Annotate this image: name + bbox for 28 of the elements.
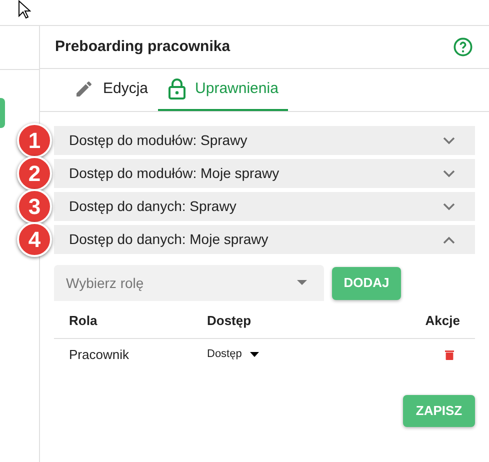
help-icon[interactable]	[453, 37, 473, 57]
step-badge: 3	[17, 189, 52, 224]
column-header: Dostęp	[207, 312, 252, 330]
tab[interactable]: Edycja	[64, 69, 158, 111]
chevron-up-icon	[443, 236, 455, 244]
column-header: Akcje	[425, 312, 461, 330]
panel-title: Preboarding pracownika	[55, 36, 230, 57]
accordion-header[interactable]: Dostęp do modułów: Sprawy	[54, 126, 475, 155]
pencil-icon	[74, 79, 94, 99]
chevron-down-icon	[443, 170, 455, 178]
dropdown-arrow-icon	[297, 280, 307, 285]
role-select[interactable]: Wybierz rolę	[54, 265, 324, 301]
tab[interactable]: Uprawnienia	[158, 69, 288, 111]
step-badge: 2	[17, 156, 52, 191]
step-badge: 4	[17, 222, 52, 257]
step-badge: 1	[17, 123, 52, 158]
chevron-down-icon	[443, 136, 455, 144]
access-dropdown[interactable]: Dostęp	[207, 346, 259, 363]
accordion-header[interactable]: Dostęp do modułów: Moje sprawy	[54, 159, 475, 188]
chevron-down-icon	[443, 202, 455, 210]
table-cell-text: Pracownik	[68, 346, 130, 364]
dropdown-arrow-icon	[250, 352, 259, 357]
accordion-header[interactable]: Dostęp do danych: Sprawy	[54, 192, 475, 221]
accordion-header[interactable]: Dostęp do danych: Moje sprawy	[54, 225, 475, 254]
trash-icon[interactable]	[445, 350, 454, 360]
lock-icon	[168, 78, 186, 100]
column-header: Rola	[68, 312, 98, 330]
sidebar-tab[interactable]	[0, 98, 5, 128]
